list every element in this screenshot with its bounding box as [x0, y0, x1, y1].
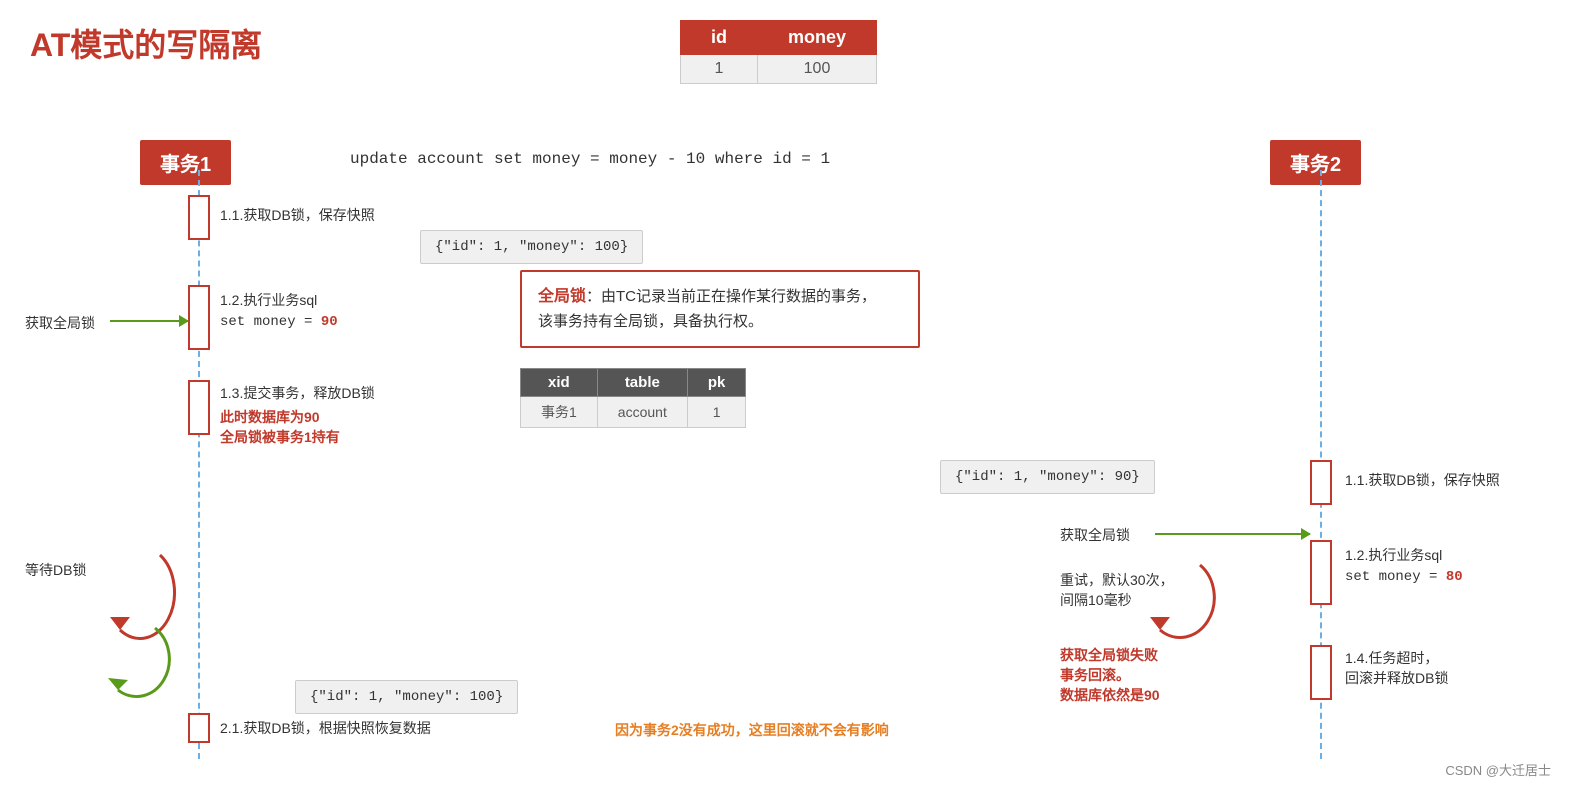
xid-cell: 事务1	[521, 397, 598, 428]
snapshot3-box: {"id": 1, "money": 100}	[295, 680, 518, 714]
tx2-fail-labels: 获取全局锁失败 事务回滚。 数据库依然是90	[1060, 645, 1160, 705]
tx2-step4-rect	[1310, 645, 1332, 700]
db-table-header-money: money	[758, 21, 877, 55]
page-title: AT模式的写隔离	[30, 20, 262, 66]
tx1-step2-label: 1.2.执行业务sql set money = 90	[220, 290, 338, 330]
tx2-label: 事务2	[1270, 140, 1361, 185]
tx1-step2-1-label: 2.1.获取DB锁，根据快照恢复数据	[220, 718, 431, 738]
get-global-lock-label-tx2: 获取全局锁	[1060, 525, 1130, 545]
table-cell: account	[597, 397, 687, 428]
tx2-step1-label: 1.1.获取DB锁，保存快照	[1345, 470, 1500, 490]
db-table: id money 1 100	[680, 20, 877, 84]
get-global-lock-arrow-tx1	[110, 320, 188, 322]
retry-arrow-tx2	[1140, 555, 1220, 645]
tx1-step3-rect	[188, 380, 210, 435]
tx1-step1-rect	[188, 195, 210, 240]
tx2-step2-rect	[1310, 540, 1332, 605]
note-label: 因为事务2没有成功，这里回滚就不会有影响	[615, 720, 889, 740]
tx1-step2-rect	[188, 285, 210, 350]
wait-db-lock-label: 等待DB锁	[25, 560, 86, 580]
db-table-cell-money: 100	[758, 55, 877, 84]
get-global-lock-label-tx1: 获取全局锁	[25, 313, 95, 333]
sql-statement: update account set money = money - 10 wh…	[350, 150, 830, 168]
tx1-step3-label: 1.3.提交事务，释放DB锁 此时数据库为90 全局锁被事务1持有	[220, 383, 375, 447]
tx1-label: 事务1	[140, 140, 231, 185]
tx1-timeline	[198, 170, 200, 759]
get-global-lock-arrow-tx2	[1155, 533, 1310, 535]
lock-info-box: 全局锁：由TC记录当前正在操作某行数据的事务， 该事务持有全局锁，具备执行权。	[520, 270, 920, 348]
tx2-step1-rect	[1310, 460, 1332, 505]
tx2-step2-label: 1.2.执行业务sql set money = 80	[1345, 545, 1463, 585]
tx1-step2-1-rect	[188, 713, 210, 743]
tx2-snapshot1-box: {"id": 1, "money": 90}	[940, 460, 1155, 494]
xid-table: xid table pk 事务1 account 1	[520, 368, 746, 428]
tx1-step1-label: 1.1.获取DB锁，保存快照	[220, 205, 375, 225]
pk-header: pk	[687, 369, 746, 397]
footer: CSDN @大迁居士	[1445, 760, 1551, 779]
pk-cell: 1	[687, 397, 746, 428]
snapshot1-box: {"id": 1, "money": 100}	[420, 230, 643, 264]
xid-header: xid	[521, 369, 598, 397]
table-header: table	[597, 369, 687, 397]
db-table-header-id: id	[681, 21, 758, 55]
tx2-step4-label: 1.4.任务超时， 回滚并释放DB锁	[1345, 648, 1448, 688]
db-table-cell-id: 1	[681, 55, 758, 84]
retry-arrow-tx1-2	[100, 620, 180, 700]
